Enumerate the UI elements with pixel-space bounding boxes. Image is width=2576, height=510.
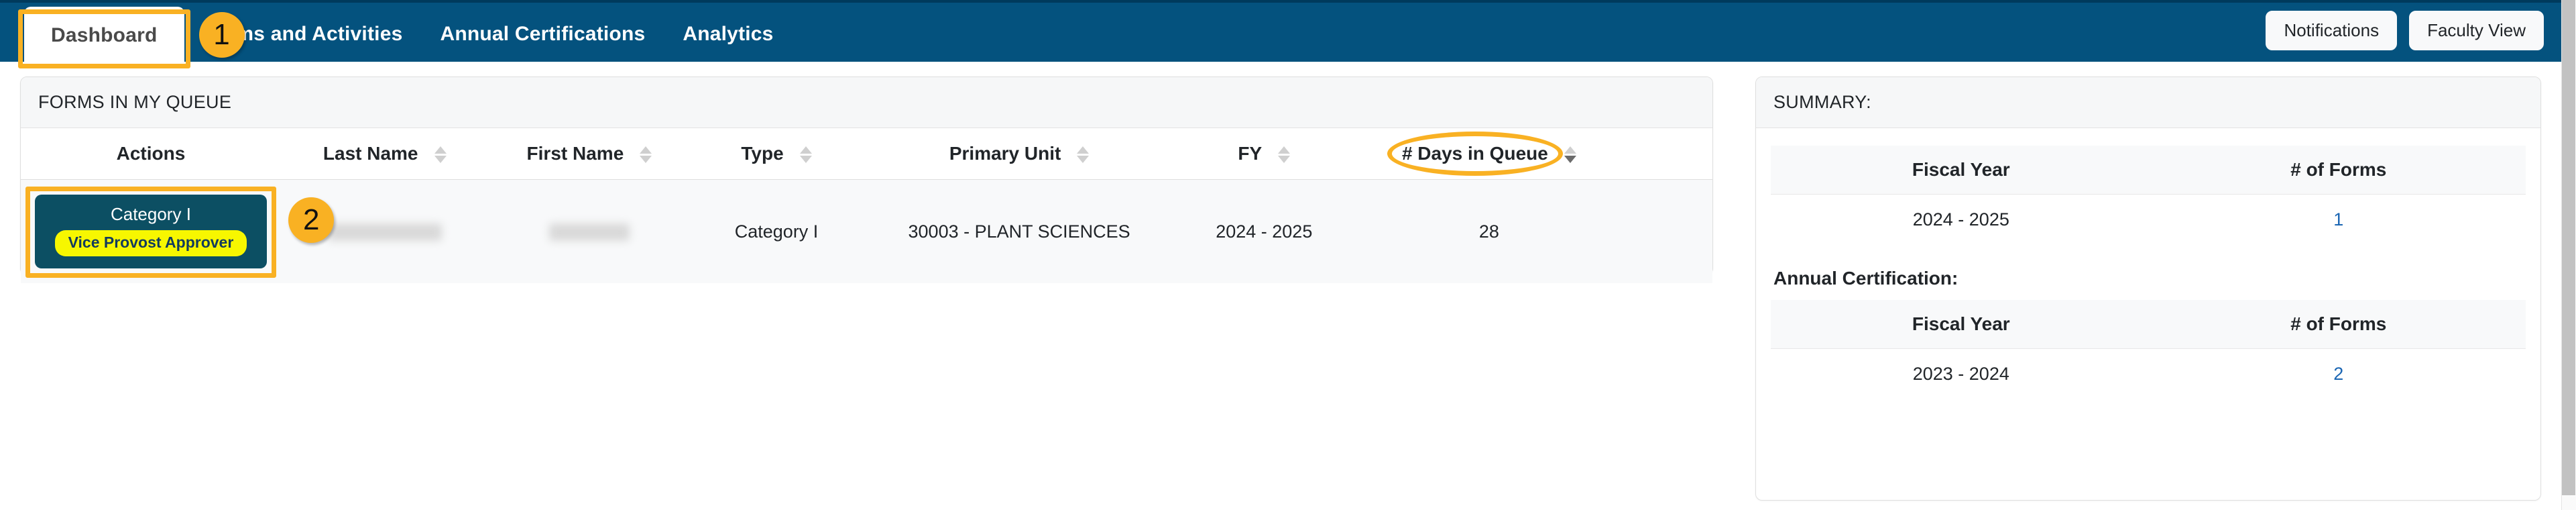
column-header-fiscal-year: Fiscal Year	[1771, 146, 2152, 195]
summary-title: SUMMARY:	[1756, 77, 2540, 128]
column-header-primary-unit-label: Primary Unit	[949, 143, 1061, 164]
table-row: 2024 - 2025 1	[1771, 194, 2526, 245]
summary-table-annual-certification: Fiscal Year # of Forms 2023 - 2024 2	[1771, 300, 2526, 399]
cell-number-of-forms: 2	[2151, 348, 2526, 399]
column-header-type[interactable]: Type	[690, 128, 863, 180]
nav-tab-forms-and-activities[interactable]: Forms and Activities	[184, 23, 422, 64]
cell-spacer	[1625, 179, 1712, 283]
column-header-primary-unit[interactable]: Primary Unit	[862, 128, 1176, 180]
nav-tab-dashboard[interactable]: Dashboard	[24, 7, 184, 64]
column-header-number-of-forms: # of Forms	[2151, 300, 2526, 349]
forms-queue-table: Actions Last Name First Name Type Primar…	[21, 128, 1712, 283]
category-button-title: Category I	[110, 204, 191, 224]
sort-arrows-icon[interactable]	[640, 146, 652, 163]
category-button[interactable]: Category I Vice Provost Approver	[34, 195, 268, 268]
column-header-actions: Actions	[21, 128, 281, 180]
cell-days-in-queue: 28	[1352, 179, 1626, 283]
column-header-fiscal-year: Fiscal Year	[1771, 300, 2152, 349]
sort-arrows-descending-icon[interactable]	[1564, 146, 1576, 163]
summary-table-annual-certification-body: 2023 - 2024 2	[1771, 348, 2526, 399]
page-scrollbar-thumb[interactable]	[2562, 0, 2575, 495]
table-row: 2023 - 2024 2	[1771, 348, 2526, 399]
column-header-spacer	[1625, 128, 1712, 180]
column-header-fy[interactable]: FY	[1175, 128, 1353, 180]
column-header-last-name-label: Last Name	[323, 143, 418, 164]
nav-tab-analytics-label: Analytics	[683, 23, 774, 45]
forms-in-my-queue-title: FORMS IN MY QUEUE	[21, 77, 1712, 128]
cell-number-of-forms: 1	[2151, 194, 2526, 245]
cell-actions: Category I Vice Provost Approver	[21, 179, 281, 283]
column-header-actions-label: Actions	[116, 143, 186, 164]
page-scrollbar-track[interactable]	[2561, 0, 2576, 510]
forms-queue-table-head: Actions Last Name First Name Type Primar…	[21, 128, 1712, 180]
nav-tab-forms-and-activities-label: Forms and Activities	[202, 23, 403, 45]
forms-count-link[interactable]: 2	[2333, 364, 2343, 384]
top-navigation-bar: Dashboard Forms and Activities Annual Ce…	[0, 0, 2561, 64]
table-row: Category I Vice Provost Approver Categor…	[21, 179, 1712, 283]
column-header-last-name[interactable]: Last Name	[280, 128, 489, 180]
column-header-days-in-queue-label: # Days in Queue	[1401, 143, 1548, 164]
nav-tab-dashboard-label: Dashboard	[51, 24, 158, 46]
faculty-view-button[interactable]: Faculty View	[2409, 11, 2544, 50]
summary-table-annual-certification-head: Fiscal Year # of Forms	[1771, 300, 2526, 349]
column-header-first-name-label: First Name	[526, 143, 624, 164]
summary-panel: SUMMARY: Fiscal Year # of Forms 2024 - 2…	[1755, 76, 2541, 501]
summary-table-forms: Fiscal Year # of Forms 2024 - 2025 1	[1771, 146, 2526, 245]
table-header-row: Fiscal Year # of Forms	[1771, 146, 2526, 195]
annual-certification-subtitle: Annual Certification:	[1773, 268, 1958, 289]
app-screen: Dashboard Forms and Activities Annual Ce…	[0, 0, 2576, 510]
column-header-number-of-forms: # of Forms	[2151, 146, 2526, 195]
summary-table-forms-body: 2024 - 2025 1	[1771, 194, 2526, 245]
main-content: FORMS IN MY QUEUE Actions Last Name Firs…	[0, 62, 2561, 510]
sort-arrows-icon[interactable]	[1077, 146, 1090, 163]
category-button-role-pill: Vice Provost Approver	[54, 230, 247, 256]
forms-in-my-queue-body: Actions Last Name First Name Type Primar…	[21, 128, 1712, 283]
sort-arrows-icon[interactable]	[799, 146, 812, 163]
table-header-row: Fiscal Year # of Forms	[1771, 300, 2526, 349]
cell-first-name	[488, 179, 691, 283]
column-header-first-name[interactable]: First Name	[488, 128, 691, 180]
cell-type: Category I	[690, 179, 863, 283]
table-header-row: Actions Last Name First Name Type Primar…	[21, 128, 1712, 180]
nav-tab-list: Dashboard Forms and Activities Annual Ce…	[24, 3, 793, 64]
nav-tab-annual-certifications[interactable]: Annual Certifications	[421, 23, 664, 64]
forms-count-link[interactable]: 1	[2333, 209, 2343, 230]
forms-in-my-queue-panel: FORMS IN MY QUEUE Actions Last Name Firs…	[20, 76, 1713, 283]
redacted-first-name	[548, 223, 630, 242]
nav-tab-annual-certifications-label: Annual Certifications	[440, 23, 646, 45]
sort-arrows-icon[interactable]	[1278, 146, 1291, 163]
summary-table-forms-head: Fiscal Year # of Forms	[1771, 146, 2526, 195]
redacted-last-name	[327, 223, 442, 242]
cell-fiscal-year: 2023 - 2024	[1771, 348, 2152, 399]
column-header-fy-label: FY	[1238, 143, 1263, 164]
summary-body: Fiscal Year # of Forms 2024 - 2025 1 Ann…	[1756, 128, 2540, 417]
forms-queue-table-body: Category I Vice Provost Approver Categor…	[21, 179, 1712, 283]
sort-arrows-icon[interactable]	[434, 146, 447, 163]
cell-fiscal-year: 2024 - 2025	[1771, 194, 2152, 245]
notifications-button[interactable]: Notifications	[2266, 11, 2398, 50]
column-header-type-label: Type	[741, 143, 784, 164]
cell-primary-unit: 30003 - PLANT SCIENCES	[862, 179, 1176, 283]
cell-fy: 2024 - 2025	[1175, 179, 1353, 283]
column-header-days-in-queue[interactable]: # Days in Queue	[1352, 128, 1626, 180]
nav-action-buttons: Notifications Faculty View	[2266, 11, 2544, 50]
cell-last-name	[280, 179, 489, 283]
nav-tab-analytics[interactable]: Analytics	[664, 23, 792, 64]
